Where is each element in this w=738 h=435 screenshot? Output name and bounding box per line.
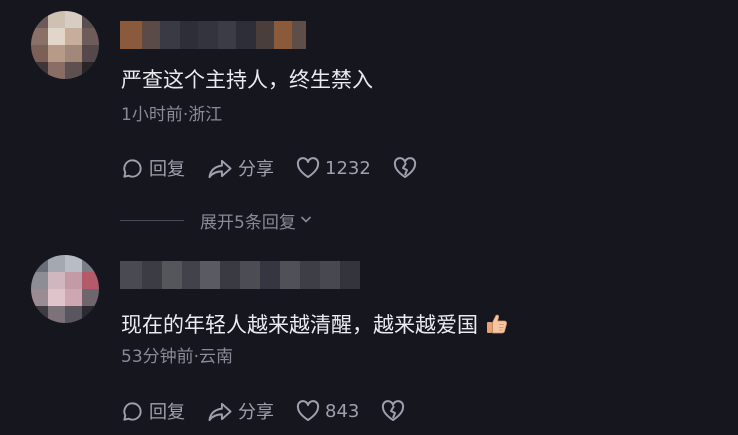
- reply-icon: [121, 400, 144, 423]
- comment-section: 严查这个主持人，终生禁入 1小时前·浙江 回复 分享 1232 展开5条回复 现…: [0, 0, 738, 435]
- reply-button[interactable]: 回复: [121, 398, 185, 424]
- expand-replies-label: 展开5条回复: [200, 213, 296, 233]
- heart-icon: [296, 157, 320, 179]
- share-button[interactable]: 分享: [207, 155, 274, 181]
- comment-actions: 回复 分享 843: [121, 398, 405, 424]
- broken-heart-icon: [381, 400, 405, 422]
- comment-text: 现在的年轻人越来越清醒，越来越爱国: [121, 311, 508, 342]
- reply-icon: [121, 157, 144, 180]
- divider-line: [120, 220, 184, 221]
- avatar[interactable]: [31, 11, 99, 79]
- share-icon: [207, 157, 233, 180]
- share-label: 分享: [238, 159, 274, 180]
- share-button[interactable]: 分享: [207, 398, 274, 424]
- thumbs-up-emoji-icon: [486, 313, 508, 342]
- heart-icon: [296, 400, 320, 422]
- username[interactable]: [120, 21, 306, 49]
- reply-button[interactable]: 回复: [121, 155, 185, 181]
- comment-meta: 53分钟前·云南: [121, 347, 234, 367]
- share-icon: [207, 400, 233, 423]
- share-label: 分享: [238, 402, 274, 423]
- dislike-button[interactable]: [381, 400, 405, 422]
- username[interactable]: [120, 261, 360, 289]
- chevron-down-icon: [296, 211, 313, 231]
- like-button[interactable]: 1232: [296, 157, 371, 179]
- comment-actions: 回复 分享 1232: [121, 155, 417, 181]
- comment-text: 严查这个主持人，终生禁入: [121, 68, 373, 92]
- dislike-button[interactable]: [393, 157, 417, 179]
- like-button[interactable]: 843: [296, 400, 359, 422]
- broken-heart-icon: [393, 157, 417, 179]
- comment-meta: 1小时前·浙江: [121, 105, 223, 125]
- expand-replies-button[interactable]: 展开5条回复: [120, 208, 313, 233]
- reply-label: 回复: [149, 159, 185, 180]
- avatar[interactable]: [31, 255, 99, 323]
- like-count: 1232: [325, 157, 371, 179]
- comment-text-content: 现在的年轻人越来越清醒，越来越爱国: [121, 313, 478, 337]
- reply-label: 回复: [149, 402, 185, 423]
- like-count: 843: [325, 400, 360, 422]
